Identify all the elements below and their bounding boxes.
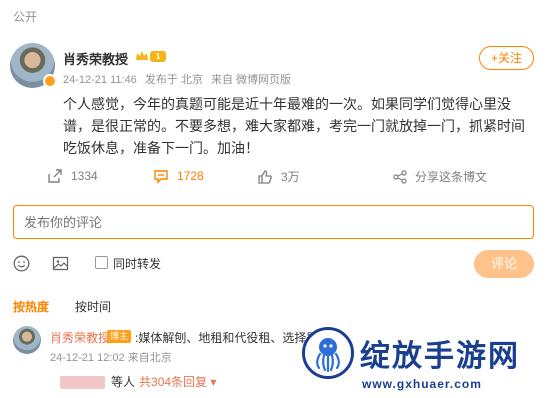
- comment-sort-tabs: 按热度 按时间: [0, 298, 550, 318]
- share-label: 分享这条博文: [415, 170, 488, 184]
- comment-author-name[interactable]: 肖秀荣教授: [50, 329, 110, 346]
- blurred-reply-names: [60, 376, 105, 390]
- author-tag-badge: 博主: [107, 330, 132, 343]
- action-bar: 1334 1728 3万 分享这条博文: [0, 168, 550, 192]
- thumbs-up-icon: [258, 169, 272, 184]
- watermark-title: 绽放手游网: [360, 340, 520, 373]
- emoji-icon[interactable]: [13, 255, 30, 272]
- verified-badge-icon: [43, 74, 57, 88]
- watermark-url: www.gxhuaer.com: [362, 377, 482, 391]
- comment-avatar[interactable]: [13, 326, 41, 354]
- comment-toolbar: 同时转发 评论: [0, 250, 550, 278]
- reply-suffix: 等人: [111, 375, 136, 389]
- author-avatar[interactable]: [10, 43, 57, 88]
- post-location: 发布于 北京: [144, 74, 203, 86]
- watermark: 绽放手游网 www.gxhuaer.com: [302, 327, 547, 397]
- member-level-badge: 1: [150, 51, 166, 62]
- tab-sort-time[interactable]: 按时间: [75, 298, 111, 315]
- comment-count: 1728: [177, 169, 204, 183]
- share-button[interactable]: 分享这条博文: [393, 168, 487, 185]
- tab-sort-hot[interactable]: 按热度: [13, 298, 49, 315]
- comment-input[interactable]: [13, 205, 534, 239]
- like-count: 3万: [281, 170, 300, 184]
- comment-button[interactable]: 1728: [153, 168, 204, 184]
- post-body: 个人感觉，今年的真题可能是近十年最难的一次。如果同学们觉得心里没谱，是很正常的。…: [63, 96, 525, 156]
- post-meta: 24-12-21 11:46 发布于 北京 来自 微博网页版: [63, 71, 296, 87]
- follow-button[interactable]: +关注: [479, 46, 534, 70]
- author-name[interactable]: 肖秀荣教授: [63, 49, 128, 68]
- comment-location: 来自北京: [127, 352, 172, 364]
- post-source: 来自 微博网页版: [211, 74, 292, 86]
- view-replies-link[interactable]: 共304条回复 ▾: [139, 375, 216, 389]
- visibility-label: 公开: [13, 10, 38, 24]
- share-icon: [393, 169, 407, 184]
- reply-summary: 等人 共304条回复 ▾: [50, 373, 216, 390]
- post-time[interactable]: 24-12-21 11:46: [63, 74, 137, 86]
- comment-time: 24-12-21 12:02: [50, 352, 125, 364]
- repost-checkbox[interactable]: [95, 256, 108, 269]
- image-icon[interactable]: [52, 255, 69, 272]
- comment-icon: [154, 170, 168, 184]
- submit-comment-button[interactable]: 评论: [474, 250, 534, 278]
- repost-button[interactable]: 1334: [47, 168, 98, 184]
- repost-checkbox-label[interactable]: 同时转发: [113, 255, 161, 272]
- comment-meta: 24-12-21 12:02 来自北京: [50, 349, 172, 365]
- repost-count: 1334: [71, 169, 98, 183]
- octopus-logo-icon: [302, 327, 354, 379]
- like-button[interactable]: 3万: [257, 168, 300, 185]
- crown-icon: [136, 51, 148, 60]
- repost-icon: [48, 169, 62, 183]
